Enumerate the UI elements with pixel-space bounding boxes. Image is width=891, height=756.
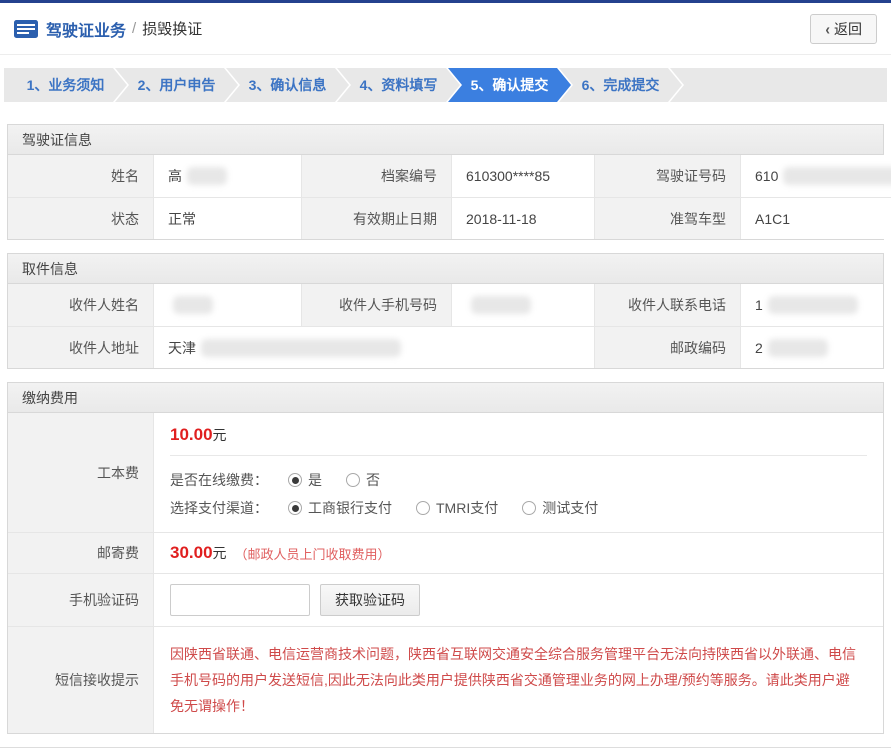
- online-pay-question: 是否在线缴费：: [170, 470, 268, 490]
- payment-section: 缴纳费用 工本费 10.00元 是否在线缴费： 是 否: [7, 382, 884, 734]
- status-label: 状态: [8, 197, 154, 239]
- postage-amount: 30.00: [170, 543, 213, 563]
- license-number-label: 驾驶证号码: [595, 155, 741, 197]
- recipient-address-value: 天津: [154, 326, 595, 368]
- back-button[interactable]: ‹ 返回: [810, 14, 877, 44]
- radio-online-yes[interactable]: [288, 473, 302, 487]
- footer-actions: 上一步 完成: [0, 748, 891, 756]
- pay-channel-option-row: 选择支付渠道： 工商银行支付 TMRI支付 测试支付: [170, 494, 867, 522]
- step-6-finish-submit[interactable]: 6、完成提交: [559, 68, 682, 102]
- breadcrumb-current: 损毁换证: [142, 18, 202, 39]
- recipient-mobile-value: [452, 284, 595, 326]
- radio-channel-test-label[interactable]: 测试支付: [542, 498, 598, 518]
- fee-amount-line: 10.00元: [170, 425, 867, 445]
- step-1-business-notice[interactable]: 1、业务须知: [4, 68, 127, 102]
- step-2-user-declaration[interactable]: 2、用户申告: [115, 68, 238, 102]
- license-section-title: 驾驶证信息: [8, 125, 883, 155]
- pickup-info-section: 取件信息 收件人姓名 收件人手机号码 收件人联系电话 1 收件人地址 天津 邮政…: [7, 253, 884, 369]
- step-3-confirm-info[interactable]: 3、确认信息: [226, 68, 349, 102]
- redacted-blur: [173, 296, 213, 314]
- recipient-mobile-label: 收件人手机号码: [302, 284, 452, 326]
- expiry-date-label: 有效期止日期: [302, 197, 452, 239]
- page-title: 驾驶证业务: [46, 17, 126, 41]
- captcha-label: 手机验证码: [8, 573, 154, 626]
- name-label: 姓名: [8, 155, 154, 197]
- postal-code-label: 邮政编码: [595, 326, 741, 368]
- step-4-fill-data[interactable]: 4、资料填写: [337, 68, 460, 102]
- pickup-table: 收件人姓名 收件人手机号码 收件人联系电话 1 收件人地址 天津 邮政编码 2: [8, 284, 883, 368]
- recipient-phone-value: 1: [741, 284, 883, 326]
- postal-code-value: 2: [741, 326, 883, 368]
- page: 驾驶证业务 / 损毁换证 ‹ 返回 1、业务须知 2、用户申告 3、确认信息 4…: [0, 0, 891, 756]
- redacted-blur: [471, 296, 531, 314]
- redacted-blur: [768, 339, 828, 357]
- chevron-left-icon: ‹: [825, 19, 830, 37]
- expiry-date-value: 2018-11-18: [452, 197, 595, 239]
- license-table: 姓名 高 档案编号 610300****85 驾驶证号码 610 状态 正常 有…: [8, 155, 883, 239]
- postage-unit: 元: [213, 543, 227, 563]
- recipient-address-label: 收件人地址: [8, 326, 154, 368]
- fee-unit: 元: [213, 427, 227, 443]
- postage-label: 邮寄费: [8, 532, 154, 573]
- captcha-row: 获取验证码: [154, 573, 883, 626]
- radio-channel-icbc-label[interactable]: 工商银行支付: [308, 498, 392, 518]
- recipient-name-value: [154, 284, 302, 326]
- fee-label: 工本费: [8, 413, 154, 532]
- radio-online-no[interactable]: [346, 473, 360, 487]
- license-number-value: 610: [741, 155, 891, 197]
- payment-table: 工本费 10.00元 是否在线缴费： 是 否 选择支付渠道：: [8, 413, 883, 733]
- recipient-phone-label: 收件人联系电话: [595, 284, 741, 326]
- vehicle-class-value: A1C1: [741, 197, 891, 239]
- radio-channel-test[interactable]: [522, 501, 536, 515]
- divider: [170, 455, 867, 456]
- fee-amount: 10.00: [170, 425, 213, 444]
- sms-tip-label: 短信接收提示: [8, 626, 154, 733]
- radio-channel-tmri-label[interactable]: TMRI支付: [436, 498, 498, 518]
- radio-online-yes-label[interactable]: 是: [308, 470, 322, 490]
- pay-channel-question: 选择支付渠道：: [170, 498, 268, 518]
- radio-channel-tmri[interactable]: [416, 501, 430, 515]
- radio-channel-icbc[interactable]: [288, 501, 302, 515]
- redacted-blur: [768, 296, 858, 314]
- step-progress-bar: 1、业务须知 2、用户申告 3、确认信息 4、资料填写 5、确认提交 6、完成提…: [4, 68, 887, 102]
- breadcrumb-separator: /: [132, 20, 136, 37]
- pickup-section-title: 取件信息: [8, 254, 883, 284]
- license-info-section: 驾驶证信息 姓名 高 档案编号 610300****85 驾驶证号码 610 状…: [7, 124, 884, 240]
- back-button-label: 返回: [834, 19, 862, 39]
- sms-tip-row: 因陕西省联通、电信运营商技术问题，陕西省互联网交通安全综合服务管理平台无法向持陕…: [154, 626, 883, 733]
- payment-section-title: 缴纳费用: [8, 383, 883, 413]
- status-value: 正常: [154, 197, 302, 239]
- online-pay-option-row: 是否在线缴费： 是 否: [170, 466, 867, 494]
- recipient-name-label: 收件人姓名: [8, 284, 154, 326]
- name-value: 高: [154, 155, 302, 197]
- redacted-blur: [187, 167, 227, 185]
- postage-value: 30.00元 （邮政人员上门收取费用）: [154, 532, 883, 573]
- sms-tip-text: 因陕西省联通、电信运营商技术问题，陕西省互联网交通安全综合服务管理平台无法向持陕…: [170, 639, 867, 721]
- header: 驾驶证业务 / 损毁换证 ‹ 返回: [0, 3, 891, 55]
- step-5-confirm-submit[interactable]: 5、确认提交: [448, 68, 571, 102]
- get-code-button[interactable]: 获取验证码: [320, 584, 420, 616]
- postage-note: （邮政人员上门收取费用）: [235, 544, 391, 563]
- license-card-icon: [14, 20, 38, 38]
- captcha-input[interactable]: [170, 584, 310, 616]
- radio-online-no-label[interactable]: 否: [366, 470, 380, 490]
- file-number-value: 610300****85: [452, 155, 595, 197]
- vehicle-class-label: 准驾车型: [595, 197, 741, 239]
- fee-value-block: 10.00元 是否在线缴费： 是 否 选择支付渠道： 工商银行支付: [154, 413, 883, 532]
- redacted-blur: [201, 339, 401, 357]
- step-bar-filler: [670, 68, 887, 102]
- redacted-blur: [783, 167, 891, 185]
- file-number-label: 档案编号: [302, 155, 452, 197]
